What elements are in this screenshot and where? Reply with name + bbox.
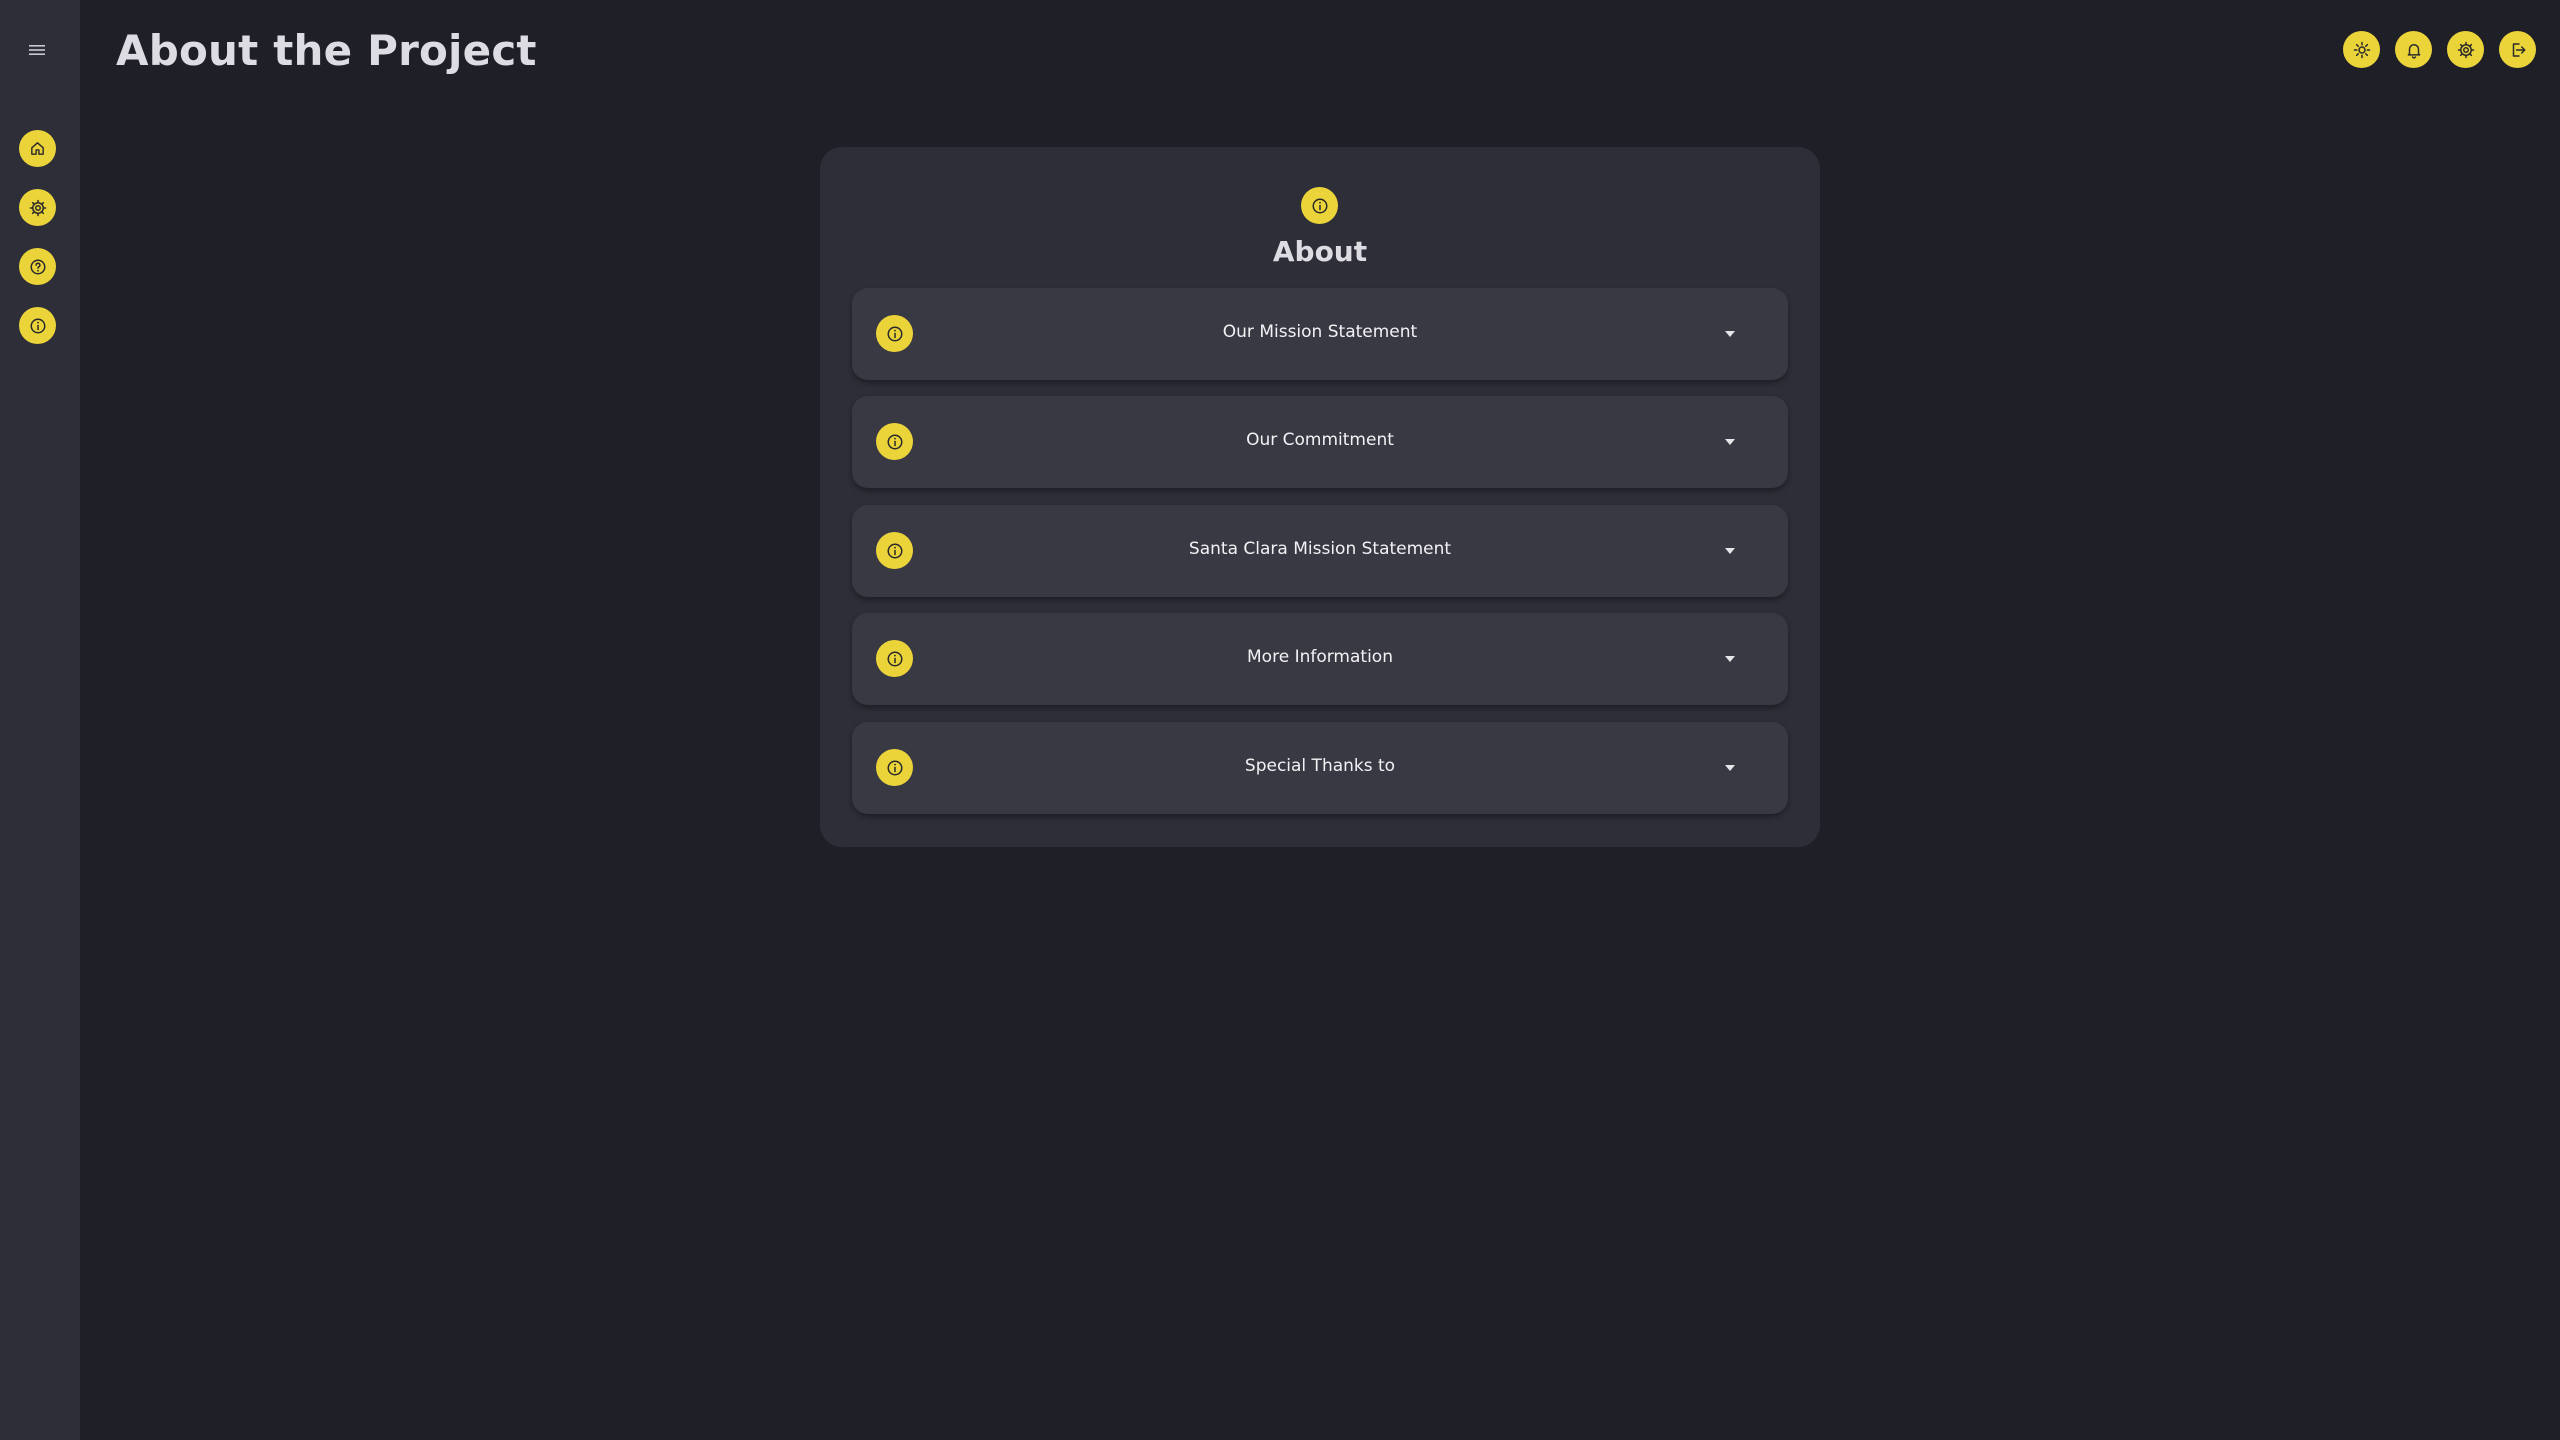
accordion-more-information[interactable]: More Information	[852, 613, 1788, 705]
logout-button[interactable]	[2499, 31, 2536, 68]
hamburger-icon	[29, 45, 45, 55]
gear-icon	[2457, 41, 2474, 58]
accordion-label: Our Commitment	[1246, 430, 1394, 450]
card-header-icon	[1301, 187, 1338, 224]
gear-icon	[29, 199, 46, 216]
bell-icon	[2407, 43, 2420, 59]
chevron-down-icon[interactable]	[1723, 762, 1737, 774]
help-icon	[30, 259, 45, 274]
accordion-commitment[interactable]: Our Commitment	[852, 396, 1788, 488]
settings-button[interactable]	[2447, 31, 2484, 68]
theme-toggle-button[interactable]	[2343, 31, 2380, 68]
accordion-label: Our Mission Statement	[1222, 322, 1418, 342]
sidebar-item-home[interactable]	[19, 130, 56, 167]
info-icon	[30, 318, 45, 333]
accordion-santa-clara-mission[interactable]: Santa Clara Mission Statement	[852, 505, 1788, 597]
chevron-down-icon[interactable]	[1723, 653, 1737, 665]
about-card: About Our Mission Statement Our Commitme…	[820, 147, 1820, 847]
notifications-button[interactable]	[2395, 31, 2432, 68]
sidebar-item-help[interactable]	[19, 248, 56, 285]
accordion-label: More Information	[1247, 647, 1393, 667]
accordion-label: Special Thanks to	[1244, 756, 1396, 776]
logout-icon	[2512, 42, 2525, 57]
sun-icon	[2353, 41, 2370, 58]
home-icon	[31, 142, 44, 155]
sidebar-item-settings[interactable]	[19, 189, 56, 226]
info-icon	[1312, 198, 1327, 213]
chevron-down-icon[interactable]	[1723, 436, 1737, 448]
chevron-down-icon[interactable]	[1723, 328, 1737, 340]
hamburger-menu-button[interactable]	[22, 38, 52, 62]
card-title: About	[1272, 235, 1368, 268]
accordion-special-thanks[interactable]: Special Thanks to	[852, 722, 1788, 814]
page-title: About the Project	[116, 26, 537, 75]
sidebar	[0, 0, 80, 1440]
sidebar-item-about[interactable]	[19, 307, 56, 344]
accordion-label: Santa Clara Mission Statement	[1188, 539, 1452, 559]
chevron-down-icon[interactable]	[1723, 545, 1737, 557]
accordion-mission-statement[interactable]: Our Mission Statement	[852, 288, 1788, 380]
